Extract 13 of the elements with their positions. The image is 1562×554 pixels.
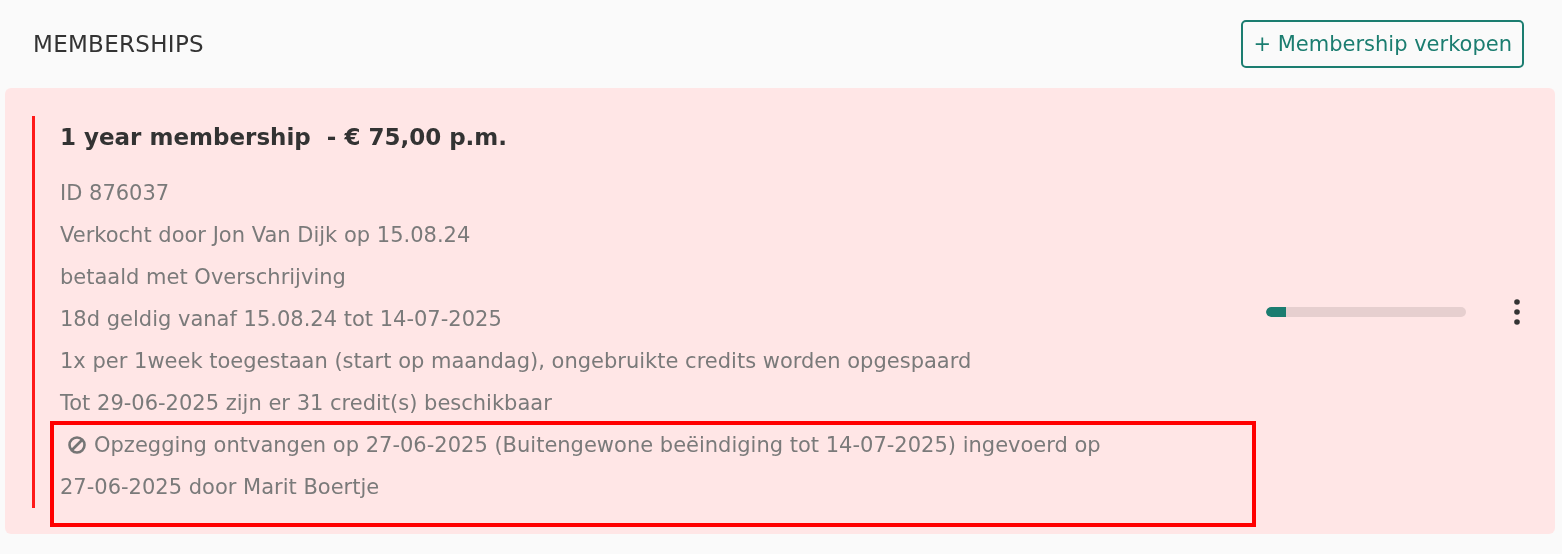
cancellation-text: Opzegging ontvangen op 27-06-2025 (Buitengewone beëindiging tot 14-07-2025) ingevoerd op bbox=[94, 432, 1101, 459]
detail-text: 18d geldig vanaf 15.08.24 tot 14-07-2025 bbox=[60, 306, 503, 333]
membership-title: 1 year membership - € 75,00 p.m. bbox=[60, 123, 509, 152]
more-options-icon[interactable] bbox=[1513, 299, 1521, 325]
detail-text: Tot 29-06-2025 zijn er 31 credit(s) beschikbaar bbox=[60, 390, 553, 417]
detail-text: ID 876037 bbox=[60, 180, 171, 207]
cancellation-text: 27-06-2025 door Marit Boertje bbox=[60, 474, 380, 501]
section-title: MEMBERSHIPS bbox=[33, 31, 204, 57]
ban-icon bbox=[67, 435, 87, 455]
detail-text: betaald met Overschrijving bbox=[60, 264, 347, 291]
sell-membership-button[interactable]: + Membership verkopen bbox=[1241, 20, 1524, 68]
detail-text: Verkocht door Jon Van Dijk op 15.08.24 bbox=[60, 222, 472, 249]
detail-text: 1x per 1week toegestaan (start op maandag), ongebruikte credits worden opgespaard bbox=[60, 348, 973, 375]
